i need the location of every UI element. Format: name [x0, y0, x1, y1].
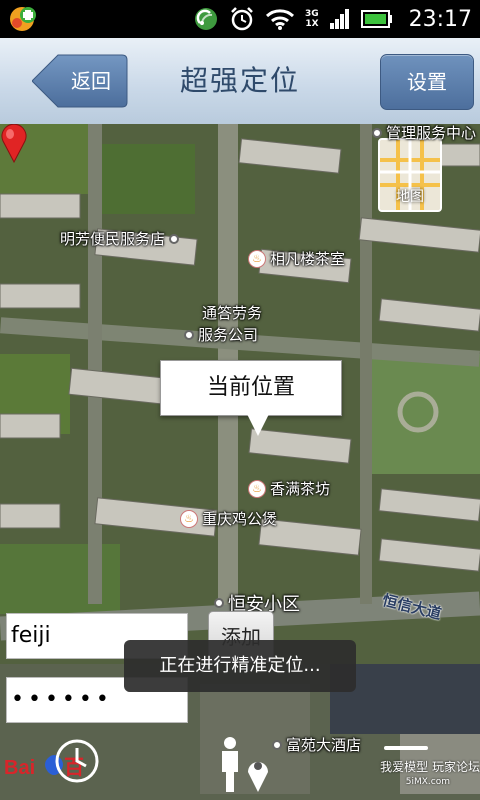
food-icon: ♨ — [180, 509, 198, 528]
title-bar: 超强定位 返回 设置 — [0, 38, 480, 126]
map-mode-toggle[interactable]: 地图 — [378, 138, 442, 212]
app-plus-icon — [10, 7, 36, 31]
poi-dot-icon — [372, 127, 382, 138]
poi-fuyuan-hotel[interactable]: 富苑大酒店 — [272, 734, 361, 755]
history-clock-icon[interactable] — [54, 738, 100, 784]
poi-xiangman-teahouse[interactable]: ♨ 香满茶坊 — [248, 478, 330, 499]
map-scale-bar — [384, 746, 428, 750]
poi-mingfang-store[interactable]: 明芳便民服务店 — [60, 228, 180, 249]
callout-pointer — [246, 412, 270, 436]
status-bar: 3G 1X 23:17 — [0, 0, 480, 38]
poi-label: 富苑大酒店 — [286, 736, 362, 754]
poi-service-company[interactable]: 服务公司 — [184, 324, 258, 345]
poi-label: 香满茶坊 — [270, 480, 331, 498]
poi-label: 重庆鸡公煲 — [202, 510, 278, 528]
poi-management-center[interactable]: 管理服务中心 — [372, 124, 476, 143]
svg-text:Bai: Bai — [4, 757, 35, 779]
network-top-label: 3G — [304, 9, 319, 19]
watermark-line1: 我爱模型 玩家论坛 — [380, 760, 480, 774]
poi-xiangfan-teahouse[interactable]: ♨ 相凡楼茶室 — [248, 248, 345, 269]
locating-toast: 正在进行精准定位... — [124, 640, 356, 692]
back-button[interactable]: 返回 — [32, 54, 128, 108]
poi-dot-icon — [184, 329, 194, 340]
sync-icon — [194, 8, 217, 30]
settings-button[interactable]: 设置 — [380, 54, 474, 110]
person-location-icon[interactable] — [214, 736, 272, 794]
poi-label: 管理服务中心 — [386, 124, 477, 142]
poi-label: 明芳便民服务店 — [60, 230, 166, 248]
network-bottom-label: 1X — [305, 19, 319, 29]
network-type-indicator: 3G 1X — [305, 9, 319, 29]
clock-time: 23:17 — [408, 6, 472, 32]
watermark-line2: 5iMX.com — [405, 777, 450, 787]
location-pin-icon[interactable] — [0, 124, 28, 164]
signal-icon — [329, 9, 349, 29]
watermark: 我爱模型 玩家论坛 5iMX.com — [364, 760, 480, 790]
poi-tongda-labor[interactable]: 通答劳务 — [202, 302, 262, 323]
battery-icon — [360, 10, 392, 28]
food-icon: ♨ — [248, 249, 266, 268]
poi-dot-icon — [272, 739, 282, 750]
current-location-callout[interactable]: 当前位置 — [160, 360, 342, 416]
back-button-label: 返回 — [71, 69, 111, 93]
poi-chongqing-chicken[interactable]: ♨ 重庆鸡公煲 — [180, 508, 277, 529]
wifi-icon — [265, 9, 294, 30]
poi-dot-icon — [214, 598, 224, 608]
alarm-clock-icon — [231, 7, 253, 31]
poi-label: 服务公司 — [198, 326, 259, 344]
food-icon: ♨ — [248, 479, 266, 498]
map-toggle-label: 地图 — [396, 189, 424, 205]
poi-dot-icon — [169, 233, 180, 244]
poi-label: 相凡楼茶室 — [270, 250, 346, 268]
poi-label: 通答劳务 — [202, 304, 263, 322]
